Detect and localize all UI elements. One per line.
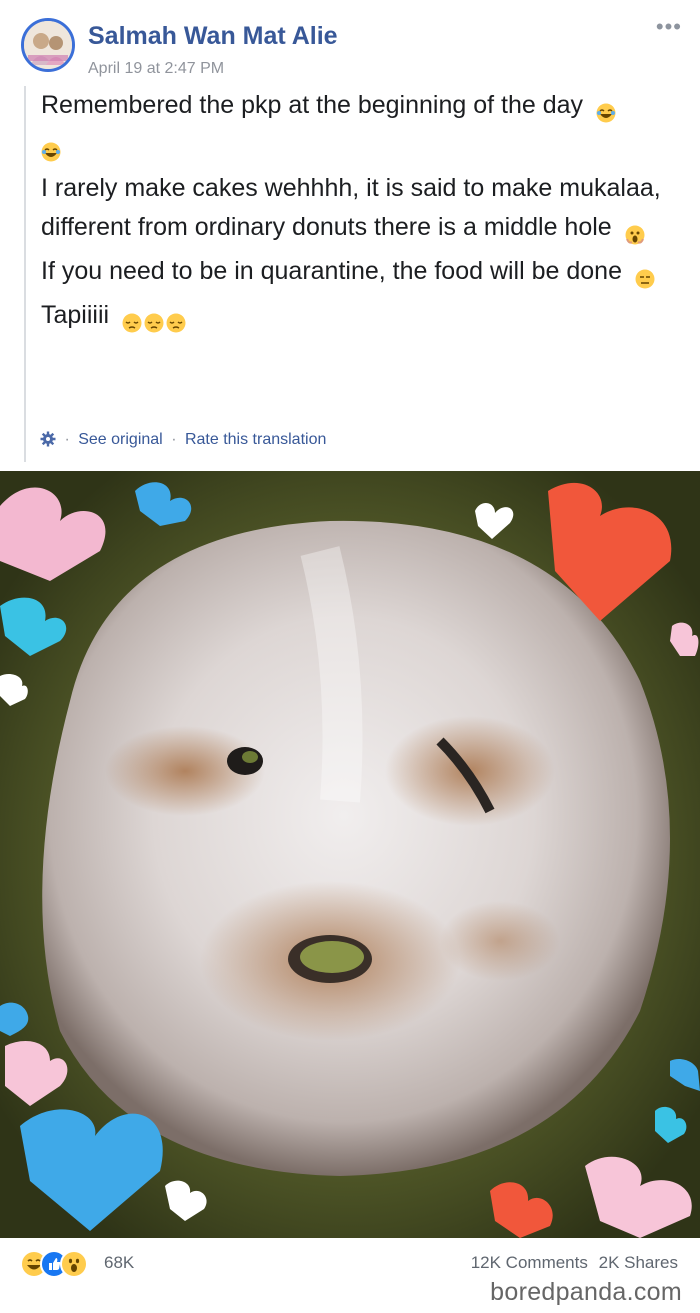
wow-reaction-icon <box>60 1250 88 1278</box>
comments-count-link[interactable]: 12K Comments <box>471 1253 588 1272</box>
comments-shares: 12K Comments 2K Shares <box>471 1253 678 1273</box>
post-photo[interactable] <box>0 471 700 1238</box>
shares-count-link[interactable]: 2K Shares <box>599 1253 678 1272</box>
post-paragraph-text: Remembered the pkp at the beginning of t… <box>41 91 584 119</box>
post-paragraph: I rarely make cakes wehhhh, it is said t… <box>41 169 674 247</box>
gear-icon[interactable] <box>40 431 56 452</box>
post-body: Remembered the pkp at the beginning of t… <box>24 86 674 462</box>
post-header: Salmah Wan Mat Alie April 19 at 2:47 PM … <box>0 0 700 90</box>
post-timestamp[interactable]: April 19 at 2:47 PM <box>88 60 224 78</box>
post-paragraph-text: If you need to be in quarantine, the foo… <box>41 257 622 285</box>
laughing-tears-emoji-icon <box>41 135 61 162</box>
post-paragraph: Tapiiiii <box>41 296 674 335</box>
separator: · <box>171 431 177 448</box>
post-paragraph-text: I rarely make cakes wehhhh, it is said t… <box>41 174 661 241</box>
rate-translation-link[interactable]: Rate this translation <box>185 431 326 448</box>
see-original-link[interactable]: See original <box>78 431 163 448</box>
screaming-face-emoji-icon <box>625 218 645 245</box>
separator: · <box>64 431 70 448</box>
post-paragraph-text: Tapiiiii <box>41 301 110 329</box>
post-paragraph: If you need to be in quarantine, the foo… <box>41 252 674 291</box>
translation-bar: · See original · Rate this translation <box>40 431 326 452</box>
reactions-summary[interactable] <box>20 1250 100 1278</box>
pensive-face-emoji-icon <box>144 306 164 333</box>
expressionless-emoji-icon <box>635 262 655 289</box>
post-paragraph: Remembered the pkp at the beginning of t… <box>41 86 674 164</box>
pensive-face-emoji-icon <box>122 306 142 333</box>
avatar[interactable] <box>21 18 75 72</box>
donut-photo <box>0 471 700 1238</box>
watermark: boredpanda.com <box>490 1278 682 1306</box>
laughing-tears-emoji-icon <box>596 96 616 123</box>
author-name[interactable]: Salmah Wan Mat Alie <box>88 22 338 51</box>
more-horizontal-icon[interactable]: ••• <box>656 14 682 40</box>
pensive-face-emoji-icon <box>166 306 186 333</box>
reactions-count[interactable]: 68K <box>104 1253 134 1273</box>
